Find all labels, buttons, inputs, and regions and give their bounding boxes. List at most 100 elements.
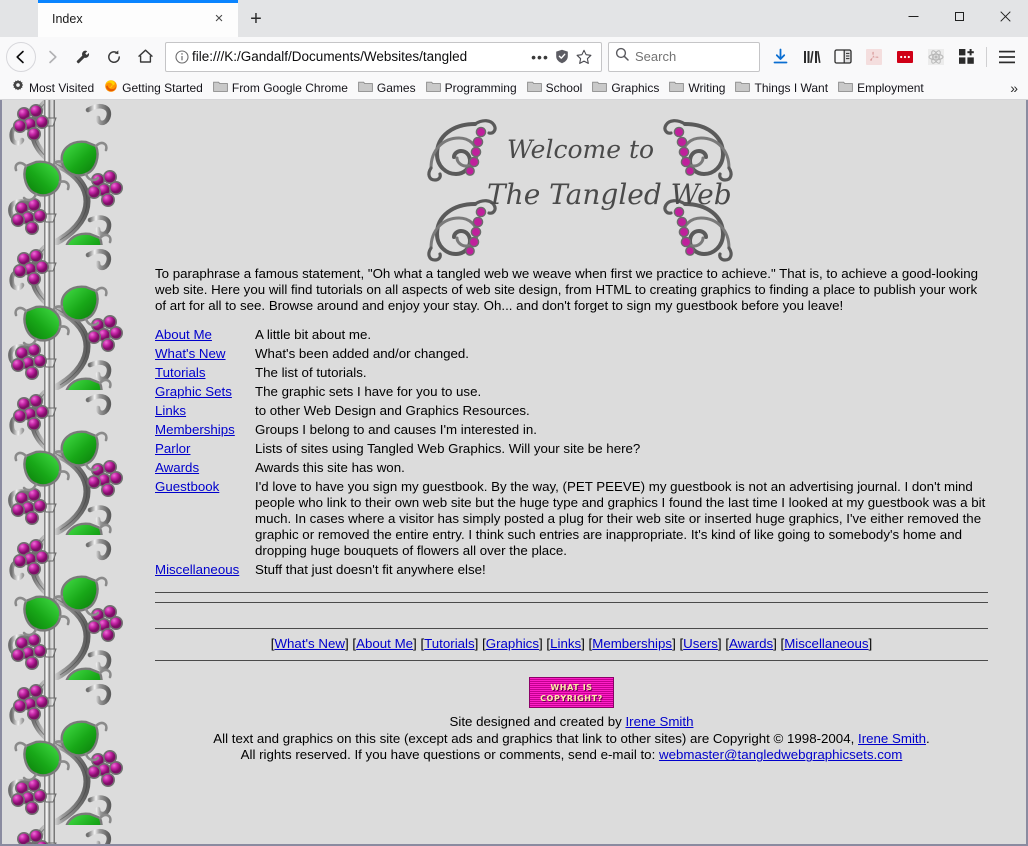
menu-icon[interactable]: [991, 42, 1022, 71]
site-credits: Site designed and created by Irene Smith…: [155, 714, 988, 764]
close-button[interactable]: [982, 0, 1028, 32]
what-is-copyright-badge[interactable]: WHAT IS COPYRIGHT?: [529, 677, 614, 709]
minimize-button[interactable]: [890, 0, 936, 32]
footer-link-graphics[interactable]: Graphics: [486, 636, 539, 651]
firefox-icon: [104, 79, 118, 96]
search-input-placeholder[interactable]: Search: [635, 49, 676, 64]
tab-strip-left-spacer: [0, 0, 38, 37]
link-irene-smith-designer[interactable]: Irene Smith: [625, 714, 693, 729]
nav-cell: Awards: [155, 460, 255, 479]
bookmark-graphics[interactable]: Graphics: [587, 80, 664, 96]
bookmark-most-visited[interactable]: Most Visited: [6, 79, 99, 96]
downloads-icon[interactable]: [765, 42, 796, 71]
bracket-close: ]: [581, 636, 585, 652]
tab-index[interactable]: Index ×: [38, 0, 238, 37]
bookmark-programming[interactable]: Programming: [421, 80, 522, 96]
sidebar-icon[interactable]: [827, 42, 858, 71]
page-actions-icon[interactable]: •••: [529, 49, 551, 65]
bracket-close: ]: [868, 636, 873, 652]
bookmark-getting-started[interactable]: Getting Started: [99, 79, 208, 96]
nav-desc: What's been added and/or changed.: [255, 346, 469, 362]
link-parlor[interactable]: Parlor: [155, 441, 190, 456]
credit-text: All rights reserved. If you have questio…: [240, 747, 659, 763]
bookmark-employment[interactable]: Employment: [833, 80, 929, 96]
toolbar-icon-group: [765, 42, 1022, 71]
adblock-icon[interactable]: [889, 42, 920, 71]
url-input[interactable]: file:///K:/Gandalf/Documents/Websites/ta…: [192, 49, 529, 64]
page-viewport: Welcome to The Tangled Web To paraphrase…: [0, 100, 1028, 846]
bracket-close: ]: [672, 636, 676, 652]
info-icon[interactable]: [172, 49, 192, 64]
back-button[interactable]: [6, 41, 36, 72]
search-bar[interactable]: Search: [608, 41, 760, 72]
table-row: Graphic Sets The graphic sets I have for…: [155, 384, 988, 403]
footer-link-about-me[interactable]: About Me: [356, 636, 413, 651]
bracket-close: ]: [413, 636, 417, 652]
table-row: Memberships Groups I belong to and cause…: [155, 422, 988, 441]
folder-icon: [213, 80, 228, 96]
footer-link-miscellaneous[interactable]: Miscellaneous: [784, 636, 868, 651]
bracket-close: ]: [717, 636, 722, 652]
link-guestbook[interactable]: Guestbook: [155, 479, 219, 494]
link-webmaster-email[interactable]: webmaster@tangledwebgraphicsets.com: [659, 747, 902, 762]
link-tutorials[interactable]: Tutorials: [155, 365, 206, 380]
bookmark-from-google-chrome[interactable]: From Google Chrome: [208, 80, 353, 96]
table-row: Tutorials The list of tutorials.: [155, 365, 988, 384]
table-row: Miscellaneous Stuff that just doesn't fi…: [155, 562, 988, 581]
link-links[interactable]: Links: [155, 403, 186, 418]
bookmark-games[interactable]: Games: [353, 80, 421, 96]
link-awards[interactable]: Awards: [155, 460, 199, 475]
search-icon: [615, 47, 629, 66]
footer-link-awards[interactable]: Awards: [729, 636, 773, 651]
addons-icon[interactable]: [951, 42, 982, 71]
footer-link-memberships[interactable]: Memberships: [592, 636, 672, 651]
folder-icon: [358, 80, 373, 96]
gear-icon: [11, 79, 25, 96]
bracket-close: ]: [538, 636, 543, 652]
nav-desc: The graphic sets I have for you to use.: [255, 384, 482, 400]
folder-icon: [526, 80, 542, 96]
bookmark-writing[interactable]: Writing: [664, 80, 730, 96]
bookmarks-overflow-chevron-icon[interactable]: »: [1006, 80, 1022, 96]
footer-link-tutorials[interactable]: Tutorials: [424, 636, 475, 651]
table-row: Guestbook I'd love to have you sign my g…: [155, 479, 988, 562]
footer-link-links[interactable]: Links: [550, 636, 581, 651]
tab-close-icon[interactable]: ×: [208, 8, 230, 30]
link-about-me[interactable]: About Me: [155, 327, 212, 342]
credit-line-1: Site designed and created by Irene Smith: [155, 714, 988, 731]
table-row: About Me A little bit about me.: [155, 327, 988, 346]
link-memberships[interactable]: Memberships: [155, 422, 235, 437]
tools-wrench-icon[interactable]: [68, 42, 98, 71]
link-irene-smith-copyright[interactable]: Irene Smith: [858, 731, 926, 746]
react-devtools-icon[interactable]: [920, 42, 951, 71]
bookmark-label: From Google Chrome: [231, 80, 348, 95]
nav-desc: to other Web Design and Graphics Resourc…: [255, 403, 530, 419]
tab-strip: Index × +: [0, 0, 1028, 37]
bookmark-things-i-want[interactable]: Things I Want: [730, 80, 833, 96]
library-icon[interactable]: [796, 42, 827, 71]
star-icon[interactable]: [573, 49, 595, 65]
home-button[interactable]: [130, 42, 160, 71]
badge-line-1: WHAT IS: [550, 683, 593, 693]
link-graphic-sets[interactable]: Graphic Sets: [155, 384, 232, 399]
forward-button[interactable]: [37, 42, 67, 71]
folder-icon: [735, 80, 751, 96]
pdf-icon[interactable]: [858, 42, 889, 71]
footer-link-users[interactable]: Users: [683, 636, 718, 651]
new-tab-button[interactable]: +: [240, 4, 272, 34]
link-whats-new[interactable]: What's New: [155, 346, 226, 361]
nav-desc: Awards this site has won.: [255, 460, 405, 476]
bookmark-school[interactable]: School: [522, 80, 588, 96]
reload-button[interactable]: [99, 42, 129, 71]
browser-window: Index × + file:///K:/Gandalf/Documents/W…: [0, 0, 1028, 846]
bookmark-label: Programming: [444, 80, 517, 95]
page-body: To paraphrase a famous statement, "Oh wh…: [147, 266, 1026, 764]
shield-icon[interactable]: [551, 49, 573, 64]
url-bar[interactable]: file:///K:/Gandalf/Documents/Websites/ta…: [165, 41, 602, 72]
link-miscellaneous[interactable]: Miscellaneous: [155, 562, 239, 577]
bookmarks-toolbar: Most Visited Getting Started From Google…: [0, 76, 1028, 100]
footer-link-whats-new[interactable]: What's New: [274, 636, 345, 651]
maximize-button[interactable]: [936, 0, 982, 32]
toolbar-separator: [986, 46, 987, 67]
